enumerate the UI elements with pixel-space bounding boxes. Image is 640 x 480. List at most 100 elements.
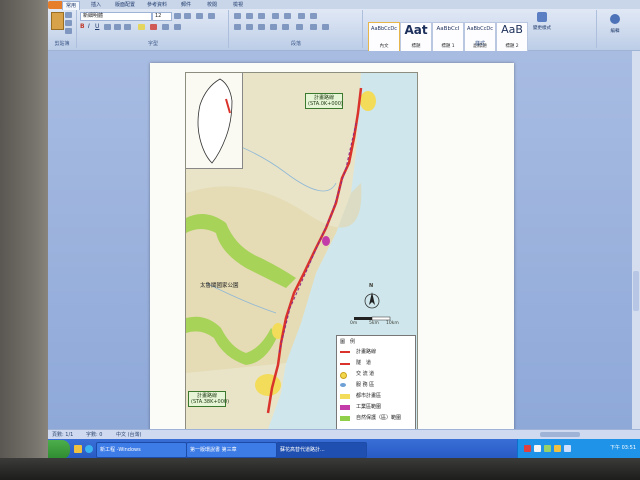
justify-icon[interactable] [270, 24, 277, 30]
format-painter-icon[interactable] [65, 28, 72, 34]
national-park-label: 太魯閣國家公園 [200, 283, 239, 289]
legend-swatch-protected [340, 416, 350, 421]
align-right-icon[interactable] [258, 24, 265, 30]
style-sample: AaB [501, 23, 523, 36]
increase-indent-icon[interactable] [284, 13, 291, 19]
shrink-font-icon[interactable] [184, 13, 191, 19]
distributed-icon[interactable] [282, 24, 289, 30]
tab-page-layout[interactable]: 版面配置 [112, 1, 138, 9]
tab-home[interactable]: 常用 [62, 1, 81, 10]
legend-label: 工業區範圍 [356, 404, 382, 410]
scale-label-0: 0m [350, 321, 358, 326]
route-start-station: (STA.0K+000) [308, 101, 343, 107]
paste-icon[interactable] [51, 12, 64, 30]
underline-icon[interactable]: U [95, 23, 99, 30]
multilevel-list-icon[interactable] [258, 13, 265, 19]
enclose-char-icon[interactable] [174, 24, 181, 30]
ribbon: 常用 插入 版面配置 參考資料 郵件 校閱 檢視 剪貼簿 新細明體 12 B I [48, 0, 640, 52]
change-styles-button[interactable]: 變更樣式 [532, 12, 552, 38]
style-heading-2[interactable]: AaB 標題 2 [496, 22, 528, 52]
font-size-combo[interactable]: 12 [152, 12, 172, 21]
show-marks-icon[interactable] [310, 13, 317, 19]
start-button[interactable] [48, 440, 70, 459]
style-heading-1[interactable]: AaBbCcI 標題 1 [432, 22, 464, 52]
phonetic-guide-icon[interactable] [208, 13, 215, 19]
style-sample: AaBbCcI [436, 26, 460, 32]
align-left-icon[interactable] [234, 24, 241, 30]
tray-icon[interactable] [554, 445, 561, 452]
highlight-icon[interactable] [138, 24, 145, 30]
tray-icon[interactable] [524, 445, 531, 452]
style-normal[interactable]: AaBbCcDc 內文 [368, 22, 400, 52]
volume-icon[interactable] [564, 445, 571, 452]
font-color-icon[interactable] [150, 24, 157, 30]
group-label: 樣式 [474, 41, 485, 47]
clock[interactable]: 下午 03:51 [610, 444, 636, 451]
monitor-bezel-bottom [0, 458, 640, 480]
legend-swatch-tunnel [340, 363, 350, 365]
legend-swatch-route [340, 351, 350, 353]
route-end-label: 計畫路線 (STA.38K+000) [188, 391, 229, 407]
group-styles: AaBbCcDc 內文 Aat 標題 AaBbCcI 標題 1 AaBbCcDc… [364, 10, 597, 52]
edit-label: 編輯 [610, 29, 620, 34]
legend-item: 交 流 道 [340, 370, 412, 379]
document-page[interactable]: 計畫路線 (STA.0K+000) 計畫路線 (STA.38K+000) 太魯閣… [150, 63, 514, 443]
edit-button[interactable]: 編輯 [604, 14, 626, 42]
sort-icon[interactable] [298, 13, 305, 19]
tab-review[interactable]: 校閱 [204, 1, 220, 9]
group-clipboard: 剪貼簿 [48, 10, 77, 48]
font-name-combo[interactable]: 新細明體 [80, 12, 152, 21]
taskbar-item-explorer[interactable]: 新工程 -Windows [96, 442, 187, 458]
ie-icon[interactable] [85, 445, 93, 453]
align-center-icon[interactable] [246, 24, 253, 30]
legend-item: 隧 道 [340, 359, 412, 368]
char-shading-icon[interactable] [162, 24, 169, 30]
vertical-scrollbar[interactable] [632, 51, 640, 429]
shading-icon[interactable] [310, 24, 317, 30]
legend-label: 服 務 區 [356, 382, 375, 388]
italic-icon[interactable]: I [88, 23, 90, 30]
taskbar-item-word-doc-2[interactable]: 蘇花高替代道路計... [276, 442, 367, 458]
quick-launch-icon[interactable] [74, 445, 82, 453]
tray-icon[interactable] [534, 445, 541, 452]
taiwan-outline [197, 78, 233, 164]
ribbon-tabbar: 常用 插入 版面配置 參考資料 郵件 校閱 檢視 [48, 0, 640, 10]
legend-swatch-industrial [340, 405, 350, 410]
borders-icon[interactable] [322, 24, 329, 30]
superscript-icon[interactable] [124, 24, 131, 30]
clear-format-icon[interactable] [196, 13, 203, 19]
tab-insert[interactable]: 插入 [88, 1, 104, 9]
tray-icon[interactable] [544, 445, 551, 452]
system-tray: 下午 03:51 [517, 439, 640, 460]
legend-item: 工業區範圍 [340, 403, 412, 412]
cut-icon[interactable] [65, 12, 72, 18]
group-label: 段落 [290, 41, 301, 47]
document-workspace[interactable]: 計畫路線 (STA.0K+000) 計畫路線 (STA.38K+000) 太魯閣… [48, 51, 640, 443]
scroll-thumb[interactable] [633, 271, 639, 311]
legend-item: 都市計畫區 [340, 392, 412, 401]
urban-zone [255, 374, 281, 396]
numbering-icon[interactable] [246, 13, 253, 19]
subscript-icon[interactable] [114, 24, 121, 30]
screen: 常用 插入 版面配置 參考資料 郵件 校閱 檢視 剪貼簿 新細明體 12 B I [48, 0, 640, 460]
bullets-icon[interactable] [234, 13, 241, 19]
taskbar-item-word-doc-1[interactable]: 第一版環說書 第三章 [186, 442, 277, 458]
legend-title: 圖 例 [340, 339, 356, 345]
tab-mailings[interactable]: 郵件 [178, 1, 194, 9]
style-subtitle[interactable]: AaBbCcDc 副標題 [464, 22, 496, 52]
legend-label: 自然保護（區）範圍 [356, 415, 402, 421]
grow-font-icon[interactable] [174, 13, 181, 19]
style-title[interactable]: Aat 標題 [400, 22, 432, 52]
copy-icon[interactable] [65, 20, 72, 26]
zoom-slider[interactable] [540, 432, 580, 437]
tab-references[interactable]: 參考資料 [144, 1, 170, 9]
strikethrough-icon[interactable] [104, 24, 111, 30]
legend-label: 都市計畫區 [356, 393, 382, 399]
bold-icon[interactable]: B [80, 23, 85, 30]
tab-view[interactable]: 檢視 [230, 1, 246, 9]
style-sample: Aat [404, 23, 428, 37]
decrease-indent-icon[interactable] [272, 13, 279, 19]
urban-zone [360, 91, 376, 111]
line-spacing-icon[interactable] [296, 24, 303, 30]
style-sample: AaBbCcDc [371, 26, 397, 32]
